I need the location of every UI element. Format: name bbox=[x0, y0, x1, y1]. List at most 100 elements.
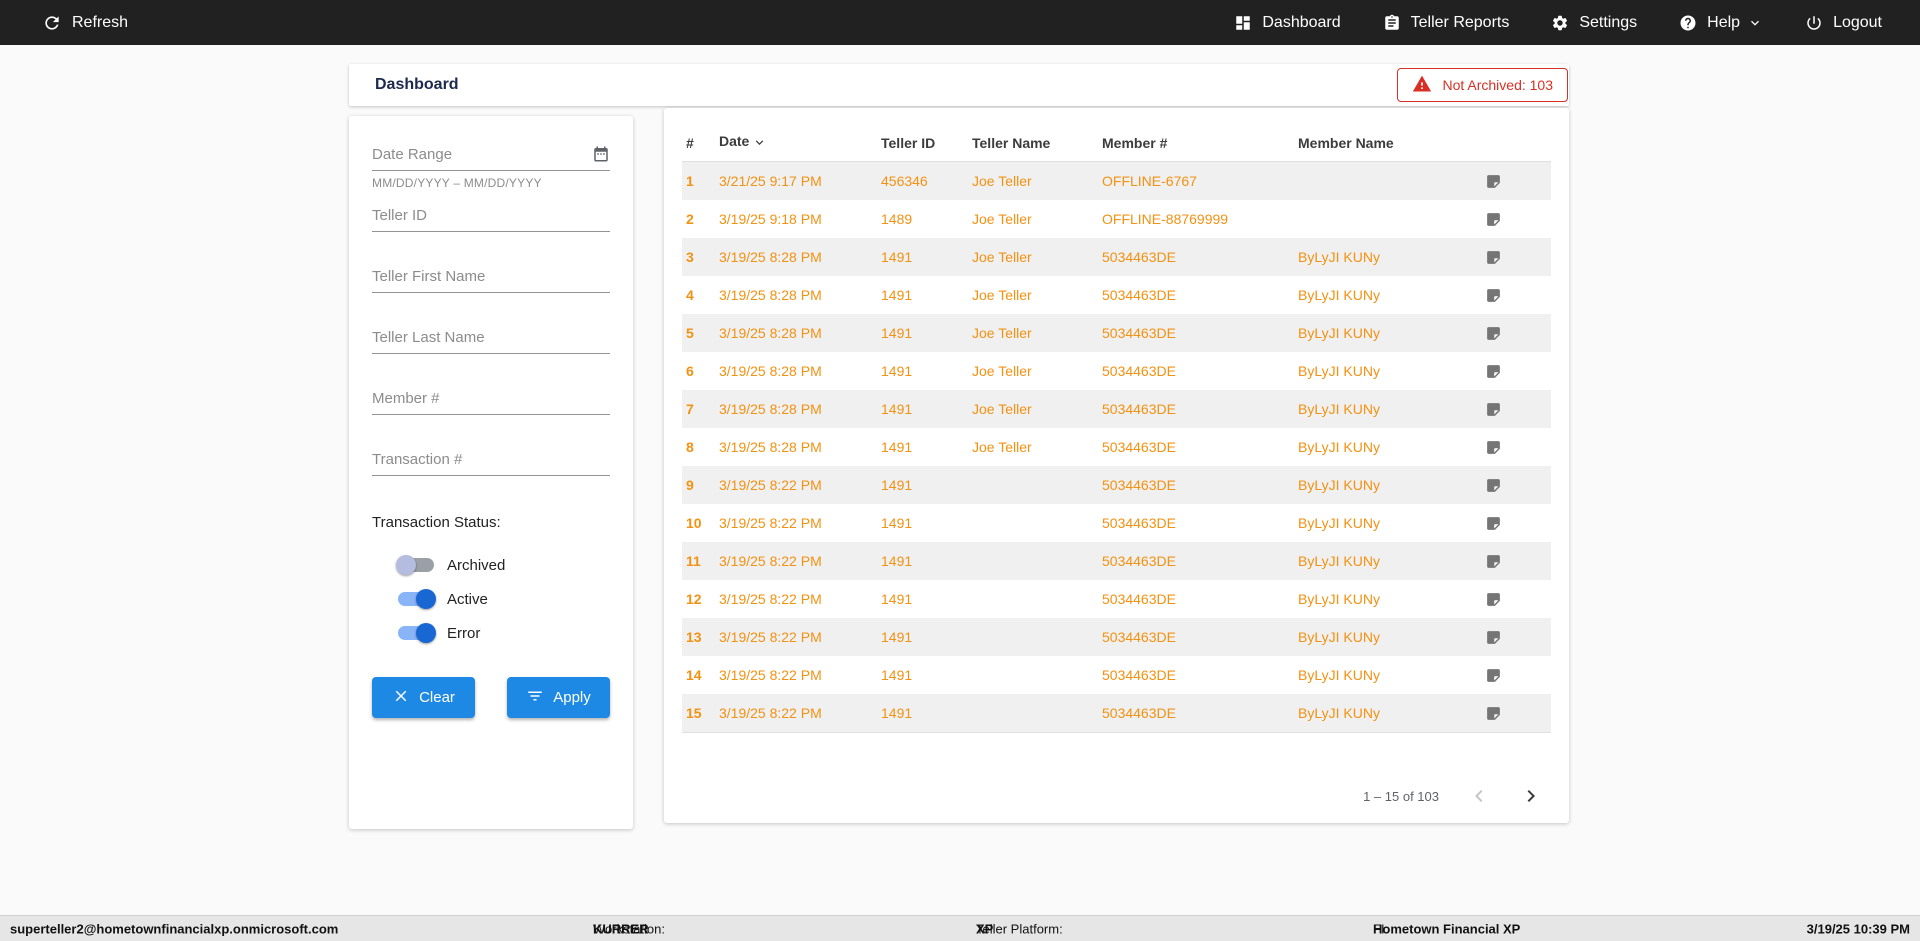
next-page-button[interactable] bbox=[1519, 784, 1543, 808]
table-row[interactable]: 6 3/19/25 8:28 PM 1491 Joe Teller 5034463DE B… bbox=[682, 352, 1551, 390]
note-icon[interactable] bbox=[1485, 287, 1502, 304]
table-row[interactable]: 10 3/19/25 8:22 PM 1491 5034463DE ByLyJI KUN… bbox=[682, 504, 1551, 542]
note-icon[interactable] bbox=[1485, 553, 1502, 570]
nav-help[interactable]: Help bbox=[1679, 14, 1763, 32]
toggle-switch-active[interactable] bbox=[398, 589, 436, 609]
note-icon[interactable] bbox=[1485, 211, 1502, 228]
note-icon[interactable] bbox=[1485, 705, 1502, 722]
table-row[interactable]: 1 3/21/25 9:17 PM 456346 Joe Teller OFFLINE-… bbox=[682, 162, 1551, 200]
cell-member: 5034463DE bbox=[1102, 667, 1176, 683]
note-icon[interactable] bbox=[1485, 249, 1502, 266]
note-icon[interactable] bbox=[1485, 667, 1502, 684]
member-number-input[interactable] bbox=[372, 390, 610, 407]
table-row[interactable]: 3 3/19/25 8:28 PM 1491 Joe Teller 5034463DE B… bbox=[682, 238, 1551, 276]
note-icon[interactable] bbox=[1485, 173, 1502, 190]
cell-member: 5034463DE bbox=[1102, 591, 1176, 607]
previous-page-button[interactable] bbox=[1467, 784, 1491, 808]
table-row[interactable]: 15 3/19/25 8:22 PM 1491 5034463DE ByLyJI KUN… bbox=[682, 694, 1551, 732]
refresh-icon bbox=[42, 13, 62, 33]
cell-member: 5034463DE bbox=[1102, 363, 1176, 379]
table-row[interactable]: 8 3/19/25 8:28 PM 1491 Joe Teller 5034463DE B… bbox=[682, 428, 1551, 466]
row-number: 2 bbox=[686, 211, 694, 227]
note-icon[interactable] bbox=[1485, 439, 1502, 456]
cell-teller-id: 456346 bbox=[881, 173, 928, 189]
cell-date: 3/19/25 8:22 PM bbox=[719, 667, 822, 683]
toggle-archived[interactable]: Archived bbox=[396, 555, 610, 575]
clear-button-label: Clear bbox=[419, 689, 455, 706]
date-range-group bbox=[372, 139, 610, 171]
sort-descending-icon bbox=[752, 137, 767, 153]
cell-member: 5034463DE bbox=[1102, 325, 1176, 341]
not-archived-badge: Not Archived: 103 bbox=[1397, 68, 1568, 102]
col-header-date[interactable]: Date bbox=[719, 133, 881, 153]
nav-logout-label: Logout bbox=[1833, 13, 1882, 31]
table-row[interactable]: 11 3/19/25 8:22 PM 1491 5034463DE ByLyJI KUN… bbox=[682, 542, 1551, 580]
note-icon[interactable] bbox=[1485, 477, 1502, 494]
nav-teller-reports[interactable]: Teller Reports bbox=[1383, 13, 1510, 32]
col-header-teller-id: Teller ID bbox=[881, 134, 936, 151]
note-icon[interactable] bbox=[1485, 629, 1502, 646]
teller-last-name-input[interactable] bbox=[372, 329, 610, 346]
teller-id-input[interactable] bbox=[372, 207, 610, 224]
toggle-active[interactable]: Active bbox=[398, 589, 610, 609]
cell-member: 5034463DE bbox=[1102, 515, 1176, 531]
nav-logout[interactable]: Logout bbox=[1805, 14, 1882, 32]
table-row[interactable]: 14 3/19/25 8:22 PM 1491 5034463DE ByLyJI KUN… bbox=[682, 656, 1551, 694]
apply-button[interactable]: Apply bbox=[507, 677, 610, 718]
row-number: 15 bbox=[686, 705, 702, 721]
warning-icon bbox=[1412, 74, 1432, 97]
teller-id-group bbox=[372, 200, 610, 232]
toggle-error[interactable]: Error bbox=[398, 623, 610, 643]
cell-actions bbox=[1485, 439, 1551, 456]
cell-teller-id: 1491 bbox=[881, 667, 913, 683]
cell-member-name: ByLyJI KUNy bbox=[1298, 629, 1380, 645]
table-row[interactable]: 12 3/19/25 8:22 PM 1491 5034463DE ByLyJI KUN… bbox=[682, 580, 1551, 618]
note-icon[interactable] bbox=[1485, 325, 1502, 342]
refresh-button[interactable]: Refresh bbox=[42, 13, 128, 33]
nav-dashboard[interactable]: Dashboard bbox=[1234, 14, 1341, 32]
transaction-number-group bbox=[372, 444, 610, 476]
table-row[interactable]: 2 3/19/25 9:18 PM 1489 Joe Teller OFFLINE-88… bbox=[682, 200, 1551, 238]
cell-teller-id: 1491 bbox=[881, 477, 913, 493]
row-number: 11 bbox=[686, 553, 701, 569]
filter-icon bbox=[526, 687, 544, 709]
cell-teller-name: Joe Teller bbox=[972, 439, 1032, 455]
calendar-icon[interactable] bbox=[592, 145, 610, 168]
cell-date: 3/19/25 8:22 PM bbox=[719, 477, 822, 493]
cell-actions bbox=[1485, 629, 1551, 646]
row-number: 12 bbox=[686, 591, 702, 607]
cell-date: 3/19/25 8:28 PM bbox=[719, 287, 822, 303]
note-icon[interactable] bbox=[1485, 363, 1502, 380]
col-header-member-name: Member Name bbox=[1298, 134, 1394, 151]
date-range-input[interactable] bbox=[372, 146, 610, 163]
teller-first-name-input[interactable] bbox=[372, 268, 610, 285]
nav-settings[interactable]: Settings bbox=[1551, 14, 1637, 32]
cell-actions bbox=[1485, 515, 1551, 532]
toggle-switch-error[interactable] bbox=[398, 623, 436, 643]
table-row[interactable]: 7 3/19/25 8:28 PM 1491 Joe Teller 5034463DE B… bbox=[682, 390, 1551, 428]
toggle-switch-archived[interactable] bbox=[396, 555, 434, 575]
table-body: 1 3/21/25 9:17 PM 456346 Joe Teller OFFLINE-… bbox=[682, 162, 1551, 733]
cell-teller-id: 1491 bbox=[881, 629, 913, 645]
filter-panel: MM/DD/YYYY – MM/DD/YYYY Transaction Stat… bbox=[349, 116, 633, 829]
cell-teller-id: 1491 bbox=[881, 553, 913, 569]
power-icon bbox=[1805, 14, 1823, 32]
cell-date: 3/21/25 9:17 PM bbox=[719, 173, 822, 189]
table-row[interactable]: 4 3/19/25 8:28 PM 1491 Joe Teller 5034463DE B… bbox=[682, 276, 1551, 314]
cell-teller-id: 1491 bbox=[881, 401, 913, 417]
cell-member-name: ByLyJI KUNy bbox=[1298, 667, 1380, 683]
nav-teller-reports-label: Teller Reports bbox=[1410, 13, 1510, 31]
note-icon[interactable] bbox=[1485, 591, 1502, 608]
transaction-number-input[interactable] bbox=[372, 451, 610, 468]
cell-actions bbox=[1485, 401, 1551, 418]
gear-icon bbox=[1551, 14, 1569, 32]
note-icon[interactable] bbox=[1485, 401, 1502, 418]
note-icon[interactable] bbox=[1485, 515, 1502, 532]
table-row[interactable]: 13 3/19/25 8:22 PM 1491 5034463DE ByLyJI KUN… bbox=[682, 618, 1551, 656]
table-row[interactable]: 9 3/19/25 8:22 PM 1491 5034463DE ByLyJI KUNy bbox=[682, 466, 1551, 504]
clear-button[interactable]: Clear bbox=[372, 677, 475, 718]
col-header-teller-name: Teller Name bbox=[972, 134, 1051, 151]
transactions-table: # Date Teller ID Teller Name Member # Me… bbox=[664, 108, 1569, 823]
table-row[interactable]: 5 3/19/25 8:28 PM 1491 Joe Teller 5034463DE B… bbox=[682, 314, 1551, 352]
page-header-bar: Dashboard Not Archived: 103 bbox=[349, 64, 1569, 106]
